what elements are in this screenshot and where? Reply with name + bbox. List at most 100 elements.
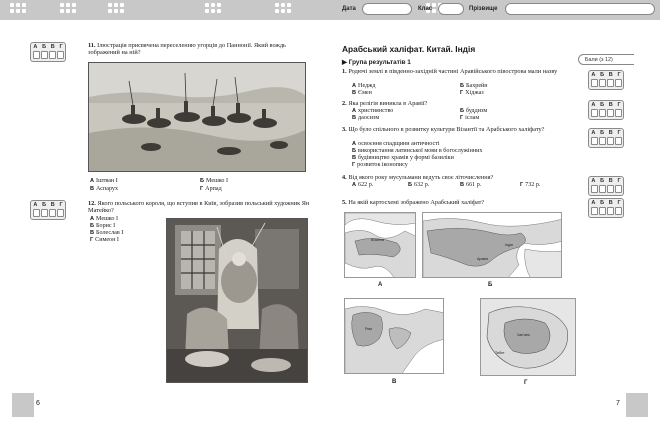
question-number: 2. — [342, 100, 347, 107]
class-label: Клас — [418, 6, 433, 12]
option-text: Ємен — [358, 90, 372, 96]
answer-letter: Г — [617, 200, 621, 206]
option-text: 632 р. — [414, 182, 430, 188]
question-text: Якого польського короля, що вступив в Ки… — [88, 200, 310, 215]
answer-cell-g[interactable] — [614, 137, 622, 145]
answer-cell-a[interactable] — [590, 185, 598, 193]
answer-cell-v[interactable] — [606, 185, 614, 193]
question-text: На якій картосхемі зображено Арабський х… — [348, 199, 485, 206]
option-letter: А — [352, 182, 357, 188]
class-field[interactable] — [438, 3, 464, 15]
date-field[interactable] — [362, 3, 412, 15]
question-number: 1. — [342, 68, 347, 75]
option-q12-a: А Мешко І — [90, 216, 118, 223]
answer-letter: А — [591, 178, 596, 184]
option-q11-v: В Аспарух — [90, 186, 118, 193]
answer-cell-b[interactable] — [598, 79, 606, 87]
page-corner-marker — [12, 393, 34, 417]
answer-letter: Г — [617, 102, 621, 108]
answer-cell-a[interactable] — [32, 51, 40, 59]
answer-cell-g[interactable] — [56, 51, 64, 59]
illustration-horsemen-drawing — [89, 63, 305, 171]
option-letter: В — [352, 155, 357, 161]
option-letter: Г — [90, 237, 94, 243]
option-letter: Б — [200, 178, 205, 184]
right-page: Дата Клас Прізвище Арабський халіфат. Ки… — [330, 0, 660, 431]
answer-cell-v[interactable] — [606, 109, 614, 117]
option-text: Неджд — [358, 83, 376, 89]
section-title: Арабський халіфат. Китай. Індія — [342, 44, 476, 54]
map-a-text: Візантія — [371, 238, 385, 242]
answer-cell-g[interactable] — [614, 79, 622, 87]
dot-pattern — [205, 3, 221, 13]
question-text: Що було спільного в розвитку культури Ві… — [348, 126, 545, 133]
page-number: 7 — [616, 400, 620, 407]
map-a[interactable]: Візантія — [344, 212, 416, 278]
option-text: буддизм — [466, 108, 488, 114]
results-group-label: Група результатів 1 — [348, 59, 411, 66]
answer-cell-v[interactable] — [606, 79, 614, 87]
option-letter: Б — [460, 83, 465, 89]
answer-cell-a[interactable] — [32, 209, 40, 217]
answer-cell-b[interactable] — [40, 51, 48, 59]
question-2: 2. Яка релігія виникла в Аравії? — [342, 100, 570, 107]
map-g[interactable]: Чан'ань Тибет — [480, 298, 576, 376]
answer-letter: А — [591, 130, 596, 136]
option-letter: Б — [352, 148, 357, 154]
answer-letter: А — [591, 72, 596, 78]
answer-cell-v[interactable] — [606, 207, 614, 215]
option-letter: Б — [90, 223, 95, 229]
option-text: Арпад — [205, 186, 222, 192]
map-v[interactable]: Рим — [344, 298, 444, 374]
answer-letter: Б — [600, 178, 605, 184]
answer-letter: В — [50, 202, 55, 208]
answer-cell-a[interactable] — [590, 79, 598, 87]
option-text: Аспарух — [96, 186, 119, 192]
option-text: використання латинської мови в богослужі… — [358, 148, 483, 154]
option-text: Мешко І — [96, 216, 119, 222]
option-letter: Б — [460, 108, 465, 114]
question-number: 11. — [88, 42, 96, 49]
answer-cell-g[interactable] — [614, 109, 622, 117]
answer-cell-g[interactable] — [56, 209, 64, 217]
answer-letter: Б — [600, 130, 605, 136]
option-q1-v: В Ємен — [352, 90, 372, 97]
option-q3-v: Вбудівництво храмів у формі базиліки — [352, 155, 454, 162]
option-text: будівництво храмів у формі базиліки — [358, 155, 454, 161]
answer-cell-b[interactable] — [598, 137, 606, 145]
option-letter: А — [90, 216, 95, 222]
option-letter: В — [460, 182, 465, 188]
answer-cell-v[interactable] — [48, 51, 56, 59]
option-letter: Г — [352, 162, 356, 168]
arrow-right-icon: ▶ — [342, 59, 347, 66]
answer-cell-a[interactable] — [590, 137, 598, 145]
answer-cell-b[interactable] — [598, 207, 606, 215]
answer-cell-g[interactable] — [614, 185, 622, 193]
answer-cell-b[interactable] — [40, 209, 48, 217]
answer-cell-a[interactable] — [590, 207, 598, 215]
option-q3-g: Грозвиток іконопису — [352, 162, 408, 169]
answer-letter: Б — [42, 44, 47, 50]
map-b-label: Б — [488, 282, 493, 288]
surname-field[interactable] — [505, 3, 655, 15]
illustration-painting-drawing — [167, 219, 307, 382]
map-a-drawing — [345, 213, 415, 277]
answer-cell-a[interactable] — [590, 109, 598, 117]
question-text: Від якого року мусульмани ведуть своє лі… — [348, 174, 494, 181]
answer-letter: Б — [600, 72, 605, 78]
option-q12-b: Б Борис І — [90, 223, 115, 230]
map-b-text: Аравія — [477, 257, 489, 261]
answer-cell-g[interactable] — [614, 207, 622, 215]
map-b[interactable]: Індія Аравія — [422, 212, 562, 278]
answer-cell-v[interactable] — [48, 209, 56, 217]
map-g-drawing — [481, 299, 575, 375]
answer-cell-v[interactable] — [606, 137, 614, 145]
illustration-painting-matejko — [166, 218, 308, 383]
dot-pattern — [10, 3, 26, 13]
answer-letter: Г — [59, 202, 63, 208]
option-q12-v: В Болеслав І — [90, 230, 123, 237]
answer-cell-b[interactable] — [598, 109, 606, 117]
map-g-text: Тибет — [495, 351, 505, 355]
answer-letter: В — [608, 72, 613, 78]
answer-cell-b[interactable] — [598, 185, 606, 193]
